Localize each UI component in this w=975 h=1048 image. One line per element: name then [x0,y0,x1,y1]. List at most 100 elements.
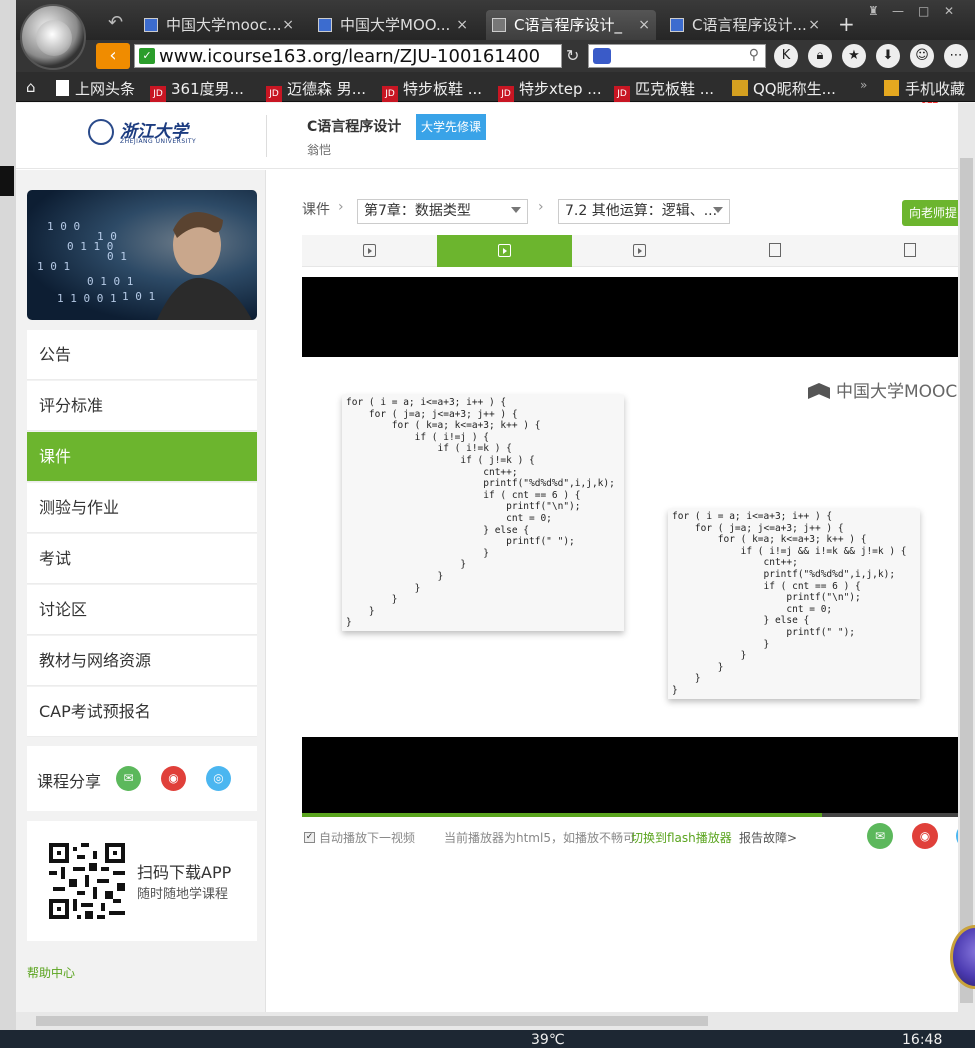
report-issue-link[interactable]: 报告故障> [739,829,797,846]
tab-3-active[interactable]: C语言程序设计_ × [486,10,656,40]
university-english-name: ZHEJIANG UNIVERSITY [120,138,197,145]
search-icon[interactable]: ⚲ [749,47,759,63]
switch-flash-link[interactable]: 切换到flash播放器 [631,829,732,846]
tab-close-icon[interactable]: × [282,10,294,40]
qr-code-icon[interactable] [49,843,125,919]
desktop-left-edge [0,0,16,1048]
video-play-icon [363,244,376,257]
search-engine-icon[interactable] [593,48,611,64]
k-extension-icon[interactable]: K [774,44,798,68]
jd-icon: JD [266,86,282,102]
download-icon[interactable]: ⬇ [876,44,900,68]
menu-icon[interactable]: ⋯ [944,44,968,68]
sidebar-item-announcements[interactable]: 公告 [27,330,257,380]
browser-logo-icon[interactable] [20,4,86,70]
tab-label: C语言程序设计... [692,16,807,34]
bookmark-item[interactable]: JD 361度男... [150,78,244,102]
weibo-icon[interactable]: ◉ [161,766,186,791]
bookmark-item[interactable]: 上网头条 [56,78,135,99]
breadcrumb-root[interactable]: 课件 [302,199,330,219]
tab-document[interactable] [842,235,958,267]
header-divider [266,115,267,157]
tab-4[interactable]: C语言程序设计... × [664,10,826,40]
refresh-icon[interactable]: ↻ [566,46,579,65]
sidebar-item-grading[interactable]: 评分标准 [27,381,257,431]
bookmarks-bar: ⌂ 上网头条 JD 361度男... JD 迈德森 男... JD 特步板鞋 ... … [16,72,975,102]
video-progress-bar[interactable] [302,813,958,817]
qq-name-icon [732,80,748,96]
tab-1[interactable]: 中国大学mooc... × [138,10,300,40]
tab-video-3[interactable] [572,235,707,267]
home-icon[interactable]: ⌂ [26,78,36,96]
sidebar-item-courseware[interactable]: 课件 [27,432,257,482]
scrollbar-thumb[interactable] [960,158,973,1003]
sidebar-item-quizzes[interactable]: 测验与作业 [27,483,257,533]
teacher-name[interactable]: 翁恺 [307,141,331,158]
sidebar-item-resources[interactable]: 教材与网络资源 [27,636,257,686]
code-snippet-combined-if: for ( i = a; i<=a+3; i++ ) { for ( j=a; … [668,509,920,699]
bookmark-label: 特步xtep ... [519,80,602,98]
new-tab-button[interactable]: + [838,12,855,36]
sidebar-item-cap-registration[interactable]: CAP考试预报名 [27,687,257,737]
tab-undo-icon[interactable]: ↶ [108,12,123,33]
skin-icon[interactable]: ♜ [868,4,879,18]
url-field[interactable]: ✓ www.icourse163.org/learn/ZJU-100161400 [134,44,562,68]
svg-text:0 1: 0 1 [107,250,127,263]
zju-emblem-icon[interactable] [88,119,114,145]
close-window-button[interactable]: ✕ [944,4,954,18]
site-favicon-icon [318,18,332,32]
mooc-watermark: 中国大学MOOC [808,377,957,402]
unit-select[interactable]: 7.2 其他运算：逻辑、... [558,199,730,224]
maximize-button[interactable]: □ [918,4,929,18]
tab-close-icon[interactable]: × [638,10,650,40]
bookmark-item[interactable]: JD 迈德森 男... [266,78,366,102]
wechat-icon[interactable]: ✉ [867,823,893,849]
chevron-right-icon: › [538,199,544,215]
video-frame: 中国大学MOOC for ( i = a; i<=a+3; i++ ) { fo… [302,357,958,737]
more-bookmarks-icon[interactable]: » [860,78,867,92]
minimize-button[interactable]: — [892,4,904,18]
page-icon [56,80,69,96]
bookmark-item[interactable]: JD 特步xtep ... [498,78,602,102]
app-download-title: 扫码下载APP [137,863,232,882]
bookmark-item[interactable]: QQ昵称生... [732,78,836,99]
svg-text:1 0: 1 0 [97,230,117,243]
tab-close-icon[interactable]: × [808,10,820,40]
bookmark-label: 迈德森 男... [287,80,367,98]
wechat-icon[interactable]: ✉ [116,766,141,791]
code-snippet-nested-ifs: for ( i = a; i<=a+3; i++ ) { for ( j=a; … [342,395,624,631]
vertical-scrollbar[interactable] [958,103,975,1012]
tab-2[interactable]: 中国大学MOO... × [312,10,474,40]
video-player[interactable]: 中国大学MOOC for ( i = a; i<=a+3; i++ ) { fo… [302,277,958,817]
qq-icon[interactable]: ◎ [206,766,231,791]
ask-teacher-button[interactable]: 向老师提 [902,200,958,226]
unit-tab-bar [302,235,958,267]
tab-close-icon[interactable]: × [456,10,468,40]
chapter-select[interactable]: 第7章：数据类型 [357,199,528,224]
svg-text:1 0 1: 1 0 1 [37,260,70,273]
progress-fill [302,813,822,817]
favorite-star-icon[interactable]: ★ [842,44,866,68]
game-icon[interactable]: ☺ [910,44,934,68]
sidebar-item-exam[interactable]: 考试 [27,534,257,584]
help-center-link[interactable]: 帮助中心 [27,964,75,981]
lock-icon[interactable]: 🔒︎ [808,44,832,68]
bookmark-folder[interactable]: 手机收藏 [884,78,965,99]
player-note: 当前播放器为html5，如播放不畅可 [444,831,635,845]
unit-select-value: 7.2 其他运算：逻辑、... [565,203,718,219]
tab-exercise[interactable] [707,235,842,267]
back-button[interactable]: ‹ [96,43,130,69]
horizontal-scrollbar[interactable] [16,1012,975,1030]
tab-video-2-active[interactable] [437,235,572,267]
weibo-icon[interactable]: ◉ [912,823,938,849]
app-download-subtitle: 随时随地学课程 [137,887,229,902]
autoplay-checkbox[interactable]: ✓ [304,832,315,843]
scrollbar-thumb[interactable] [36,1016,708,1026]
tab-video-1[interactable] [302,235,437,267]
course-banner-image: 1 0 00 1 1 01 0 1 0 1 0 11 1 0 0 10 1 1 … [27,190,257,320]
sidebar-item-discussion[interactable]: 讨论区 [27,585,257,635]
bookmark-item[interactable]: JD 匹克板鞋 ... [614,78,714,102]
bookmark-item[interactable]: JD 特步板鞋 ... [382,78,482,102]
search-field[interactable]: ⚲ [588,44,766,68]
autoplay-label[interactable]: 自动播放下一视频 [319,829,415,846]
